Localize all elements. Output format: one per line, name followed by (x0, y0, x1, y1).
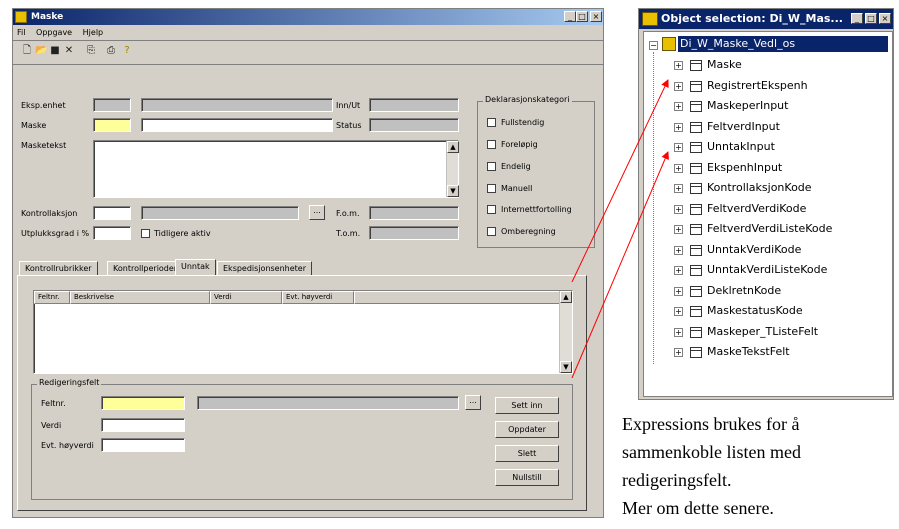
arrow-to-registrertekspenh (571, 79, 669, 283)
caption-line-1: Expressions brukes for å (622, 414, 800, 434)
caption-line-2: sammenkoble listen med (622, 442, 801, 462)
caption-line-4: Mer om dette senere. (622, 498, 774, 518)
arrow-to-ekspenhinput (571, 151, 669, 379)
caption-line-3: redigeringsfelt. (622, 470, 732, 490)
